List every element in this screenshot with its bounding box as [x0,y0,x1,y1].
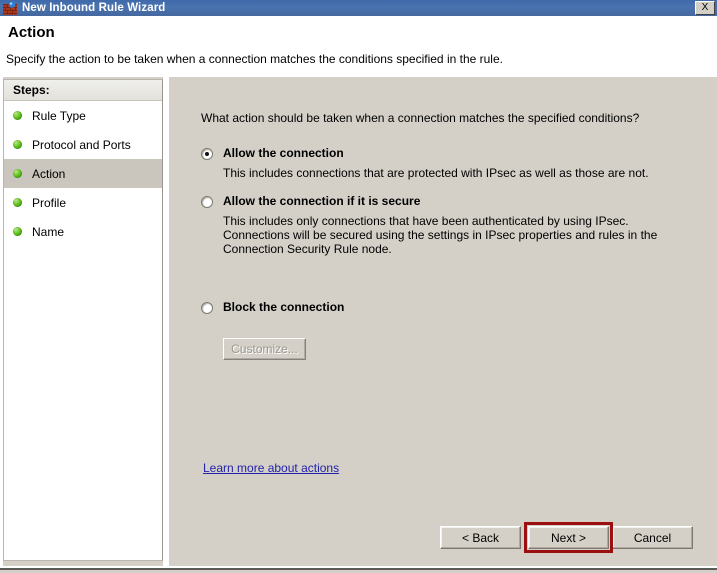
step-bullet-icon [13,140,22,149]
page-subtitle: Specify the action to be taken when a co… [6,52,503,66]
radio-allow-the-connection-if-it-is-secure[interactable] [201,196,213,208]
radio-block-the-connection[interactable] [201,302,213,314]
steps-heading: Steps: [4,80,162,101]
steps-sidebar: Steps: Rule Type Protocol and Ports Acti… [3,79,163,561]
sidebar-item-profile[interactable]: Profile [4,188,162,217]
option-description: This includes only connections that have… [223,214,681,256]
header-band: Action Specify the action to be taken wh… [0,16,717,77]
sidebar-item-label: Protocol and Ports [32,139,131,151]
sidebar-item-name[interactable]: Name [4,217,162,246]
customize-button[interactable]: Customize... [223,338,306,360]
page-title: Action [8,24,55,41]
option-block-the-connection[interactable]: Block the connection [201,301,681,314]
option-allow-if-secure[interactable]: Allow the connection if it is secure Thi… [201,195,681,256]
option-title: Block the connection [223,301,344,313]
wizard-window: New Inbound Rule Wizard X Action Specify… [0,0,717,573]
question-text: What action should be taken when a conne… [201,111,639,125]
main-panel: What action should be taken when a conne… [169,79,714,561]
learn-more-link[interactable]: Learn more about actions [203,461,339,475]
cancel-button[interactable]: Cancel [612,526,693,549]
firewall-icon [3,1,17,15]
sidebar-item-protocol-and-ports[interactable]: Protocol and Ports [4,130,162,159]
back-button[interactable]: < Back [440,526,521,549]
next-button[interactable]: Next > [528,526,609,549]
step-bullet-icon [13,227,22,236]
window-bottom-border [0,566,717,570]
sidebar-item-label: Action [32,168,65,180]
radio-allow-the-connection[interactable] [201,148,213,160]
window-title: New Inbound Rule Wizard [22,0,165,16]
option-title: Allow the connection if it is secure [223,195,420,207]
sidebar-item-label: Profile [32,197,66,209]
sidebar-item-label: Rule Type [32,110,86,122]
step-bullet-icon [13,111,22,120]
step-bullet-icon [13,198,22,207]
step-bullet-icon [13,169,22,178]
sidebar-item-label: Name [32,226,64,238]
sidebar-item-action[interactable]: Action [4,159,162,188]
close-icon[interactable]: X [695,1,715,15]
option-title: Allow the connection [223,147,344,159]
option-description: This includes connections that are prote… [223,166,681,180]
title-bar: New Inbound Rule Wizard X [0,0,717,16]
sidebar-item-rule-type[interactable]: Rule Type [4,101,162,130]
option-allow-the-connection[interactable]: Allow the connection This includes conne… [201,147,681,180]
